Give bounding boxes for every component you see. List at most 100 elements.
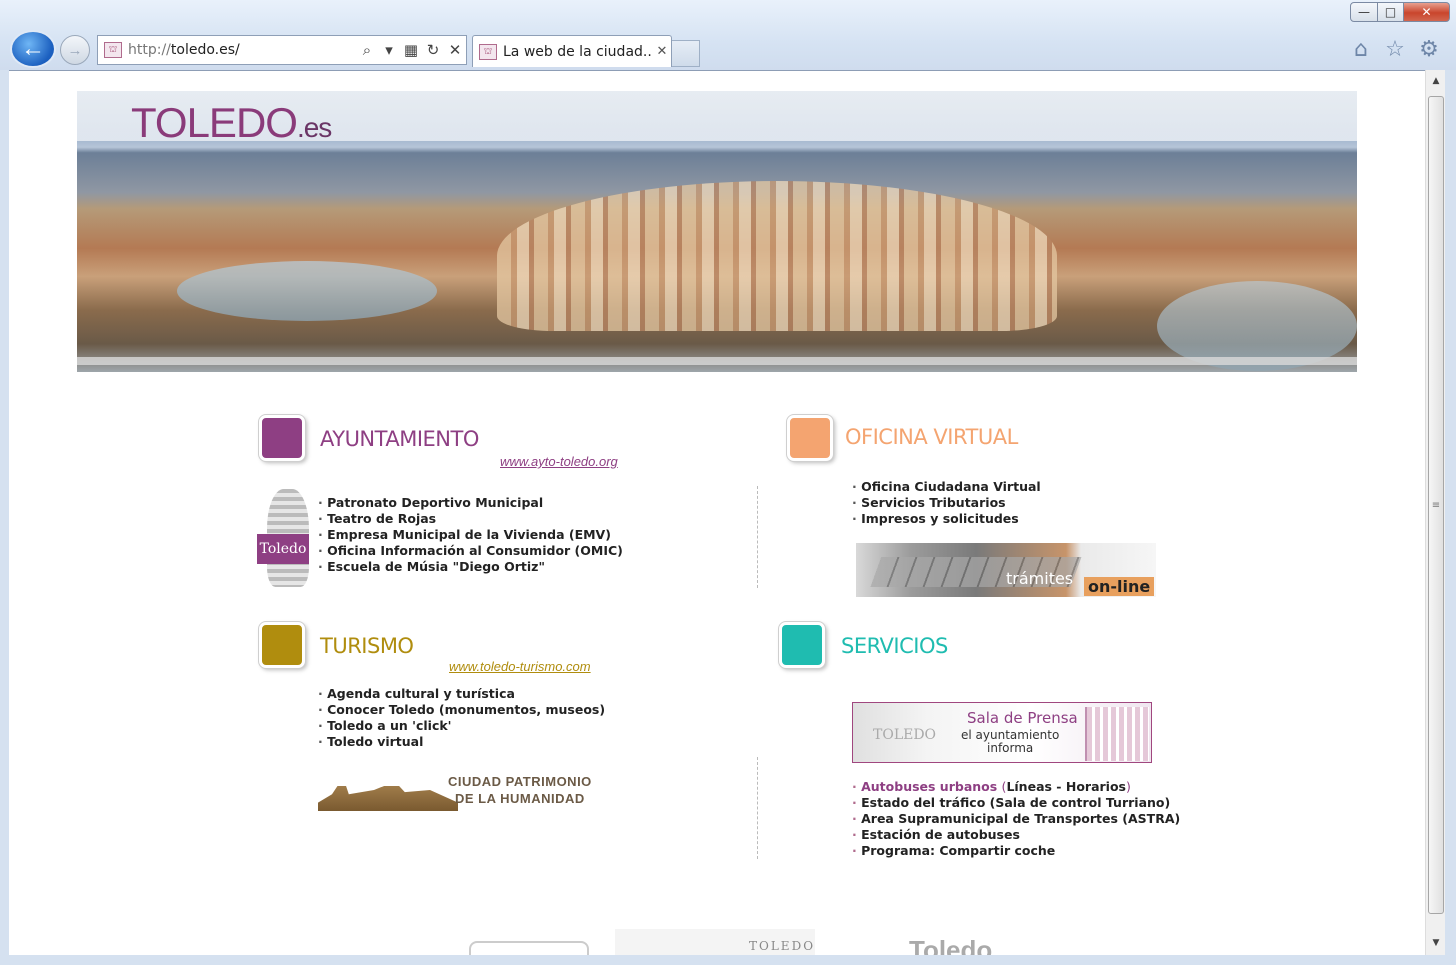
grip-icon: ≡ <box>1431 499 1441 511</box>
list-item[interactable]: Agenda cultural y turística <box>318 686 605 702</box>
tramites-label: trámites <box>1006 569 1074 588</box>
back-button[interactable]: ← <box>10 30 56 68</box>
list-item[interactable]: Impresos y solicitudes <box>852 511 1041 527</box>
patrimonio-line-1: CIUDAD PATRIMONIO <box>448 774 592 789</box>
skyline-icon <box>318 777 458 811</box>
list-item[interactable]: Toledo a un 'click' <box>318 718 605 734</box>
toledo-badge: Toledo <box>257 534 309 564</box>
home-icon[interactable]: ⌂ <box>1348 36 1374 62</box>
prensa-subtitle: el ayuntamiento informa <box>961 729 1059 755</box>
close-tab-icon[interactable]: ✕ <box>653 44 671 59</box>
list-item[interactable]: Toledo virtual <box>318 734 605 750</box>
servicios-links: Autobuses urbanos (Líneas - Horarios) Es… <box>852 779 1180 859</box>
browser-chrome: — □ ✕ ← → ⛫ http://toledo.es/ ⌕ ▾ ▦ ↻ ✕ … <box>0 0 1456 70</box>
turismo-links: Agenda cultural y turística Conocer Tole… <box>318 686 605 750</box>
footer-logos: TOLEDO Toledo <box>419 929 1039 955</box>
refresh-icon[interactable]: ↻ <box>422 41 444 59</box>
toolbar-right: ⌂ ☆ ⚙ <box>1348 36 1442 62</box>
column-divider-bottom <box>757 757 758 859</box>
servicios-title[interactable]: SERVICIOS <box>841 634 948 658</box>
stop-icon[interactable]: ✕ <box>444 41 466 59</box>
patrimonio-line-2: DE LA HUMANIDAD <box>455 791 585 806</box>
chevron-down-icon[interactable]: ▾ <box>378 41 400 59</box>
scroll-up-icon[interactable]: ▲ <box>1426 72 1446 90</box>
ayuntamiento-icon[interactable] <box>259 415 305 461</box>
footer-logo-3[interactable]: Toledo <box>909 935 992 955</box>
scrollbar-thumb[interactable]: ≡ <box>1428 96 1444 914</box>
tab-active[interactable]: ⛫ La web de la ciudad... ✕ <box>472 35 672 67</box>
right-frame <box>1445 70 1456 965</box>
list-item[interactable]: Escuela de Músia "Diego Ortiz" <box>318 559 623 575</box>
gear-icon[interactable]: ⚙ <box>1416 36 1442 62</box>
list-item[interactable]: Estación de autobuses <box>852 827 1180 843</box>
list-item[interactable]: Empresa Municipal de la Vivienda (EMV) <box>318 527 623 543</box>
list-item[interactable]: Patronato Deportivo Municipal <box>318 495 623 511</box>
list-item[interactable]: Oficina Ciudadana Virtual <box>852 479 1041 495</box>
footer-logo-1[interactable] <box>469 941 589 955</box>
prensa-title: Sala de Prensa <box>967 709 1078 727</box>
vertical-scrollbar[interactable]: ▲ ≡ ▼ <box>1425 70 1445 955</box>
list-item[interactable]: Conocer Toledo (monumentos, museos) <box>318 702 605 718</box>
site-logo[interactable]: TOLEDO.es <box>131 99 332 147</box>
page-viewport: TOLEDO.es AYUNTAMIENTO www.ayto-toledo.o… <box>9 70 1425 955</box>
patrimonio-humanidad-logo[interactable]: CIUDAD PATRIMONIO DE LA HUMANIDAD <box>318 769 608 814</box>
list-item[interactable]: Estado del tráfico (Sala de control Turr… <box>852 795 1180 811</box>
url-host: toledo.es/ <box>170 42 240 58</box>
oficina-virtual-title[interactable]: OFICINA VIRTUAL <box>845 425 1018 449</box>
footer-logo-2[interactable]: TOLEDO <box>615 929 815 955</box>
tab-title: La web de la ciudad... <box>503 43 653 60</box>
list-item[interactable]: Servicios Tributarios <box>852 495 1041 511</box>
column-divider-top <box>757 486 758 588</box>
ayuntamiento-links: Patronato Deportivo Municipal Teatro de … <box>318 495 623 575</box>
footer-logo-2-text: TOLEDO <box>749 939 816 953</box>
minimize-button[interactable]: — <box>1350 2 1378 22</box>
patrimonio-text: CIUDAD PATRIMONIO DE LA HUMANIDAD <box>448 773 592 807</box>
list-item-autobuses: Autobuses urbanos (Líneas - Horarios) <box>852 779 1180 795</box>
maximize-button[interactable]: □ <box>1378 2 1404 22</box>
servicios-icon[interactable] <box>779 622 825 668</box>
tramites-online-banner[interactable]: trámites on-line <box>856 543 1156 597</box>
left-frame <box>0 70 9 955</box>
turismo-icon[interactable] <box>259 622 305 668</box>
compatibility-view-icon[interactable]: ▦ <box>400 41 422 59</box>
search-icon[interactable]: ⌕ <box>356 41 378 59</box>
list-item[interactable]: Area Supramunicipal de Transportes (ASTR… <box>852 811 1180 827</box>
list-item[interactable]: Teatro de Rojas <box>318 511 623 527</box>
autobuses-link[interactable]: Autobuses urbanos <box>861 779 997 794</box>
list-item[interactable]: Oficina Información al Consumidor (OMIC) <box>318 543 623 559</box>
logo-text: TOLEDO <box>131 99 298 146</box>
header-banner[interactable]: TOLEDO.es <box>77 91 1357 372</box>
turismo-title[interactable]: TURISMO <box>320 634 414 658</box>
banner-river <box>177 261 437 321</box>
new-tab-button[interactable] <box>672 40 700 67</box>
prensa-sub-line-2: informa <box>987 741 1034 755</box>
horarios-link[interactable]: Horarios <box>1066 779 1126 794</box>
online-label: on-line <box>1084 577 1155 596</box>
banner-city-image <box>497 181 1057 331</box>
turismo-url-link[interactable]: www.toledo-turismo.com <box>449 659 591 674</box>
oficina-links: Oficina Ciudadana Virtual Servicios Trib… <box>852 479 1041 527</box>
logo-suffix: .es <box>296 112 332 143</box>
banner-strip <box>77 357 1357 365</box>
list-item[interactable]: Programa: Compartir coche <box>852 843 1180 859</box>
ayuntamiento-title[interactable]: AYUNTAMIENTO <box>320 427 479 451</box>
ayuntamiento-url-link[interactable]: www.ayto-toledo.org <box>500 454 618 469</box>
scroll-down-icon[interactable]: ▼ <box>1426 934 1446 952</box>
close-window-button[interactable]: ✕ <box>1404 2 1450 22</box>
window-controls: — □ ✕ <box>1350 2 1450 22</box>
prensa-watermark: TOLEDO <box>873 727 937 743</box>
sala-de-prensa-banner[interactable]: TOLEDO Sala de Prensa el ayuntamiento in… <box>852 702 1152 763</box>
address-bar[interactable]: ⛫ http://toledo.es/ ⌕ ▾ ▦ ↻ ✕ <box>97 35 467 65</box>
toledo-emblem: Toledo <box>257 489 309 587</box>
url-text[interactable]: http://toledo.es/ <box>128 42 356 58</box>
building-icon <box>1085 707 1149 761</box>
favorites-star-icon[interactable]: ☆ <box>1382 36 1408 62</box>
autobuses-close-paren: ) <box>1126 779 1131 794</box>
tab-favicon-icon: ⛫ <box>479 43 497 60</box>
lineas-link[interactable]: Líneas <box>1006 779 1052 794</box>
oficina-virtual-icon[interactable] <box>787 415 833 461</box>
site-favicon-icon: ⛫ <box>104 42 122 58</box>
forward-button[interactable]: → <box>60 35 90 65</box>
autobuses-separator: - <box>1051 779 1066 794</box>
bottom-frame <box>0 955 1456 965</box>
